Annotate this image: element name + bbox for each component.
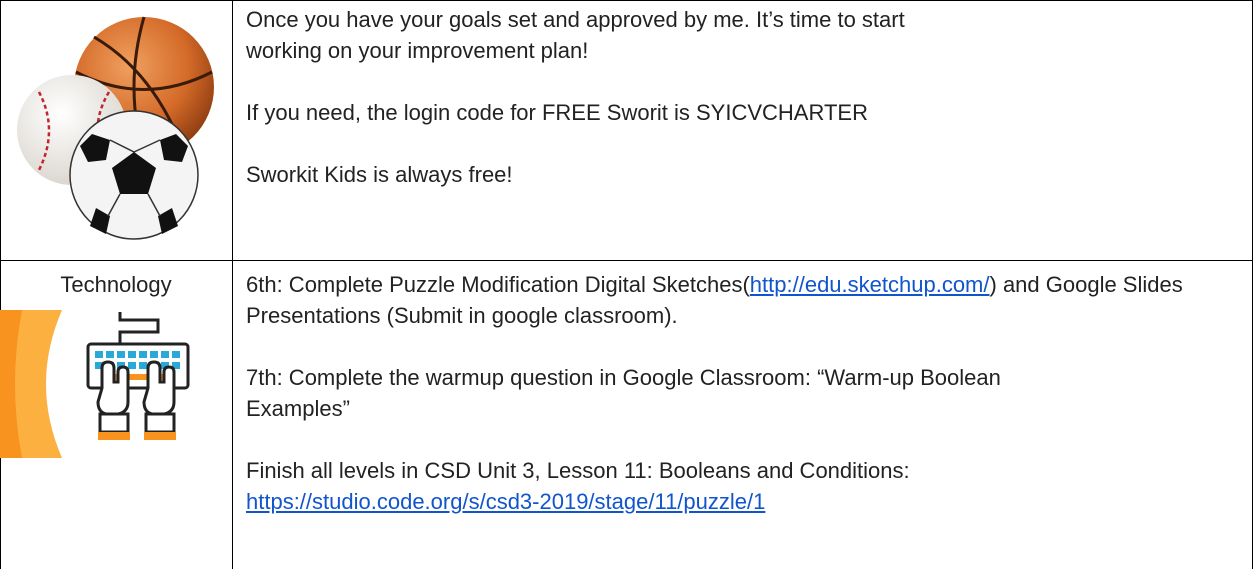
- subject-label-technology: Technology: [60, 272, 172, 297]
- row-divider: [0, 260, 1253, 261]
- row2-paragraph-3: Finish all levels in CSD Unit 3, Lesson …: [246, 455, 1236, 517]
- row1-paragraph-1: Once you have your goals set and approve…: [246, 7, 905, 63]
- table-border-top: [0, 0, 1253, 1]
- row2-text: 6th: Complete Puzzle Modification Digita…: [246, 269, 1236, 517]
- row2-paragraph-1: 6th: Complete Puzzle Modification Digita…: [246, 269, 1236, 331]
- document-table: Once you have your goals set and approve…: [0, 0, 1253, 569]
- sketchup-link[interactable]: http://edu.sketchup.com/: [750, 272, 990, 297]
- row2-p3-prefix: Finish all levels in CSD Unit 3, Lesson …: [246, 458, 910, 483]
- column-divider: [232, 0, 233, 569]
- row1-paragraph-2: If you need, the login code for FREE Swo…: [246, 100, 868, 125]
- keyboard-typing-icon: [0, 310, 225, 458]
- row2-p1-prefix: 6th: Complete Puzzle Modification Digita…: [246, 272, 750, 297]
- row1-text: Once you have your goals set and approve…: [246, 4, 1236, 190]
- sports-balls-icon: [17, 16, 214, 240]
- code-org-link[interactable]: https://studio.code.org/s/csd3-2019/stag…: [246, 489, 765, 514]
- row2-paragraph-2: 7th: Complete the warmup question in Goo…: [246, 365, 1001, 421]
- row1-paragraph-3: Sworkit Kids is always free!: [246, 162, 513, 187]
